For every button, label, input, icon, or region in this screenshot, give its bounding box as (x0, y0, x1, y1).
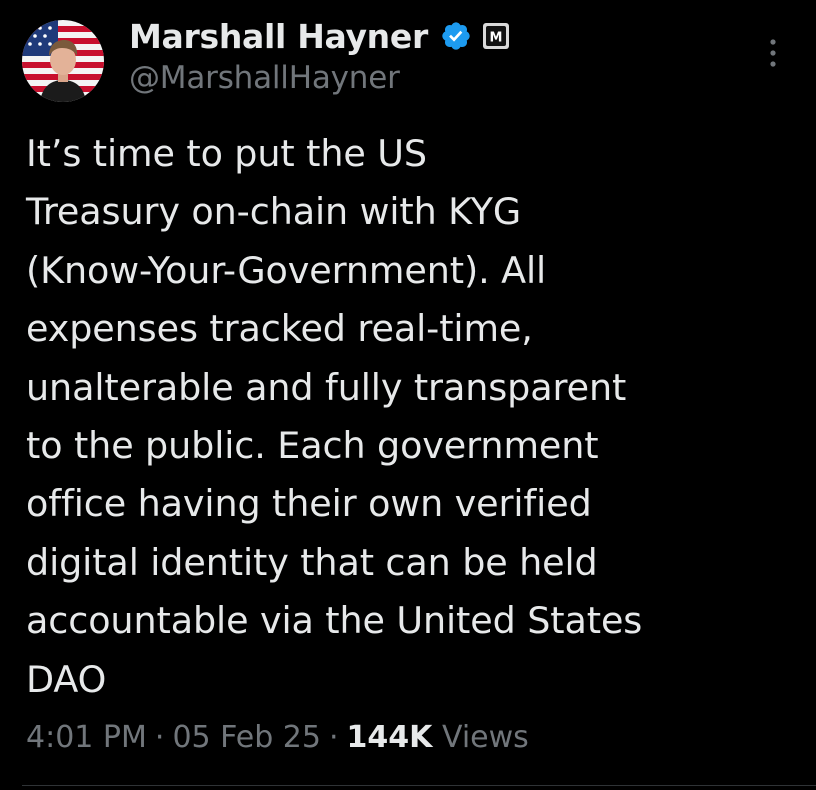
verified-badge-icon[interactable] (440, 20, 472, 52)
affiliate-badge-icon[interactable]: M (482, 22, 510, 50)
author-name-row: Marshall Hayner M (129, 14, 510, 58)
views-count[interactable]: 144K (347, 720, 433, 755)
tweet-date[interactable]: 05 Feb 25 (172, 720, 321, 755)
avatar-image (22, 20, 104, 102)
author-avatar[interactable] (22, 20, 104, 102)
views-label: Views (441, 720, 529, 755)
divider (22, 785, 816, 786)
author-handle[interactable]: @MarshallHayner (129, 60, 400, 96)
affiliate-badge-letter: M (489, 31, 502, 46)
tweet-metadata: 4:01 PM · 05 Feb 25 · 144K Views (26, 716, 529, 760)
meta-separator: · (328, 720, 339, 755)
tweet-container: Marshall Hayner M @MarshallHayner It’s t… (0, 0, 816, 790)
author-display-name[interactable]: Marshall Hayner (129, 17, 428, 56)
tweet-time[interactable]: 4:01 PM (26, 720, 147, 755)
meta-separator: · (154, 720, 165, 755)
tweet-text: It’s time to put the US Treasury on-chai… (26, 132, 643, 701)
more-options-icon[interactable] (760, 36, 786, 70)
